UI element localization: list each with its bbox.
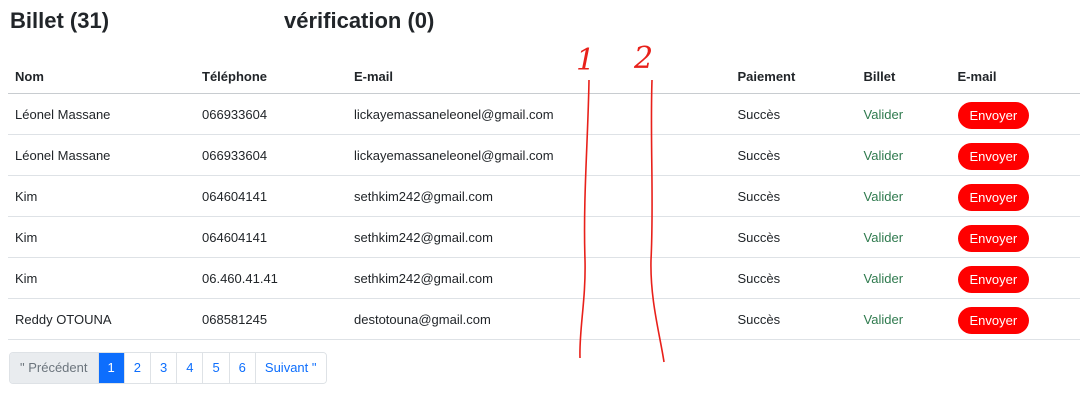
cell-telephone: 064604141 [195,175,347,217]
cell-paiement: Succès [730,216,857,258]
cell-action: Envoyer [950,93,1080,135]
cell-action: Envoyer [950,134,1080,176]
pagination-page-1[interactable]: 1 [98,353,125,383]
cell-email: sethkim242@gmail.com [347,175,719,217]
verification-count-heading[interactable]: vérification (0) [284,8,434,34]
table-row: Kim 064604141 sethkim242@gmail.com Succès Va… [8,175,1080,217]
cell-paiement: Succès [730,175,857,217]
cell-email: lickayemassaneleonel@gmail.com [347,93,719,135]
cell-action: Envoyer [950,298,1080,340]
valider-link[interactable]: Valider [864,148,904,163]
valider-link[interactable]: Valider [864,312,904,327]
cell-nom: Kim [8,216,195,258]
pagination-page-4[interactable]: 4 [177,353,204,383]
pagination-page-5[interactable]: 5 [203,353,230,383]
cell-billet: Valider [856,93,951,135]
column-header-telephone: Téléphone [195,60,347,94]
cell-nom: Kim [8,257,195,299]
cell-email: lickayemassaneleonel@gmail.com [347,134,719,176]
valider-link[interactable]: Valider [864,189,904,204]
cell-billet: Valider [856,298,951,340]
cell-email: sethkim242@gmail.com [347,257,719,299]
cell-email: sethkim242@gmail.com [347,216,719,258]
valider-link[interactable]: Valider [864,230,904,245]
valider-link[interactable]: Valider [864,271,904,286]
send-email-button[interactable]: Envoyer [957,266,1030,293]
send-email-button[interactable]: Envoyer [957,307,1030,334]
cell-nom: Léonel Massane [8,134,195,176]
billet-count-heading[interactable]: Billet (31) [10,8,109,34]
cell-nom: Kim [8,175,195,217]
cell-empty [719,298,731,340]
cell-telephone: 066933604 [195,93,347,135]
table-row: Reddy OTOUNA 068581245 destotouna@gmail.co… [8,298,1080,340]
cell-billet: Valider [856,175,951,217]
pagination-page-2[interactable]: 2 [124,353,151,383]
cell-paiement: Succès [730,93,857,135]
column-header-nom: Nom [8,60,195,94]
cell-action: Envoyer [950,175,1080,217]
cell-empty [719,175,731,217]
cell-nom: Léonel Massane [8,93,195,135]
cell-empty [719,93,731,135]
pagination-previous[interactable]: " Précédent [10,353,99,383]
cell-telephone: 064604141 [195,216,347,258]
send-email-button[interactable]: Envoyer [957,143,1030,170]
cell-billet: Valider [856,216,951,258]
table-row: Kim 06.460.41.41 sethkim242@gmail.com Succè… [8,257,1080,299]
column-header-email-action: E-mail [950,60,1080,94]
cell-action: Envoyer [950,257,1080,299]
pagination-page-3[interactable]: 3 [150,353,178,383]
cell-telephone: 068581245 [195,298,347,340]
column-header-paiement: Paiement [730,60,857,94]
pagination-next[interactable]: Suivant " [255,353,326,383]
send-email-button[interactable]: Envoyer [957,225,1030,252]
table-row: Léonel Massane 066933604 lickayemassaneleo… [8,134,1080,176]
table-row: Léonel Massane 066933604 lickayemassaneleo… [8,93,1080,135]
column-header-empty [719,60,731,94]
table-row: Kim 064604141 sethkim242@gmail.com Succès Va… [8,216,1080,258]
cell-telephone: 06.460.41.41 [195,257,347,299]
cell-paiement: Succès [730,298,857,340]
pagination-page-6[interactable]: 6 [229,353,256,383]
cell-paiement: Succès [730,257,857,299]
send-email-button[interactable]: Envoyer [957,102,1030,129]
valider-link[interactable]: Valider [864,107,904,122]
cell-billet: Valider [856,257,951,299]
pagination: " Précédent 1 2 3 4 5 6 Suivant " [9,352,327,384]
cell-telephone: 066933604 [195,134,347,176]
cell-empty [719,216,731,258]
cell-nom: Reddy OTOUNA [8,298,195,340]
cell-email: destotouna@gmail.com [347,298,719,340]
cell-empty [719,134,731,176]
table-header-row: Nom Téléphone E-mail Paiement Billet E-m… [8,60,1080,94]
column-header-billet: Billet [856,60,951,94]
cell-action: Envoyer [950,216,1080,258]
tickets-table: Nom Téléphone E-mail Paiement Billet E-m… [8,60,1080,340]
cell-empty [719,257,731,299]
column-header-email: E-mail [347,60,719,94]
cell-billet: Valider [856,134,951,176]
cell-paiement: Succès [730,134,857,176]
send-email-button[interactable]: Envoyer [957,184,1030,211]
